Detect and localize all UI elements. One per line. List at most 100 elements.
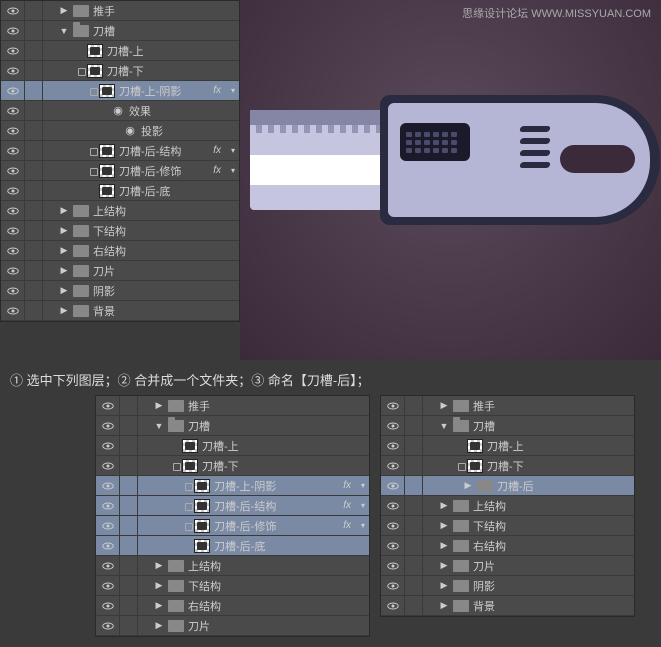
layer-row[interactable]: ◉效果	[1, 101, 239, 121]
layer-label[interactable]: 上结构	[188, 558, 221, 574]
layer-label[interactable]: 刀槽-上-阴影	[119, 83, 181, 99]
layers-panel-before[interactable]: ▶推手▼刀槽刀槽-上刀槽-下刀槽-上-阴影fx▾刀槽-后-结构fx▾刀槽-后-修…	[95, 395, 370, 637]
visibility-eye-icon[interactable]	[1, 21, 25, 40]
expand-arrow-icon[interactable]: ▶	[439, 560, 449, 571]
visibility-eye-icon[interactable]	[381, 456, 405, 475]
layer-label[interactable]: 刀槽-后	[497, 478, 534, 494]
layer-row[interactable]: ▶ 推手	[96, 396, 369, 416]
layer-row[interactable]: ▶ 背景	[1, 301, 239, 321]
fx-badge[interactable]: fx	[213, 85, 221, 96]
fx-chevron-icon[interactable]: ▾	[231, 146, 235, 155]
layer-label[interactable]: 下结构	[188, 578, 221, 594]
expand-arrow-icon[interactable]: ▶	[439, 400, 449, 411]
visibility-eye-icon[interactable]	[96, 416, 120, 435]
layer-row[interactable]: ▶ 上结构	[381, 496, 634, 516]
visibility-eye-icon[interactable]	[381, 416, 405, 435]
visibility-eye-icon[interactable]	[96, 496, 120, 515]
layer-row[interactable]: 刀槽-后-结构fx▾	[96, 496, 369, 516]
expand-arrow-icon[interactable]: ▶	[154, 620, 164, 631]
layer-row[interactable]: 刀槽-后-结构 fx ▾	[1, 141, 239, 161]
layer-row[interactable]: ▶ 阴影	[381, 576, 634, 596]
visibility-eye-icon[interactable]	[381, 556, 405, 575]
expand-arrow-icon[interactable]: ▶	[154, 400, 164, 411]
layer-label[interactable]: 阴影	[93, 283, 115, 299]
fx-badge[interactable]: fx	[213, 145, 221, 156]
expand-arrow-icon[interactable]: ▶	[439, 580, 449, 591]
layer-row[interactable]: ▶右结构	[381, 536, 634, 556]
layer-row[interactable]: 刀槽-后-底	[1, 181, 239, 201]
visibility-eye-icon[interactable]	[1, 281, 25, 300]
visibility-eye-icon[interactable]	[381, 396, 405, 415]
layer-label[interactable]: 投影	[141, 123, 163, 139]
visibility-eye-icon[interactable]	[381, 516, 405, 535]
visibility-eye-icon[interactable]	[96, 516, 120, 535]
visibility-eye-icon[interactable]	[1, 261, 25, 280]
layer-row[interactable]: 刀槽-下	[1, 61, 239, 81]
layer-label[interactable]: 上结构	[93, 203, 126, 219]
expand-arrow-icon[interactable]: ▶	[154, 560, 164, 571]
visibility-eye-icon[interactable]	[96, 536, 120, 555]
layer-row[interactable]: ▼刀槽	[1, 21, 239, 41]
layers-panel-after[interactable]: ▶推手▼刀槽刀槽-上刀槽-下▶刀槽-后▶上结构▶下结构▶右结构▶刀片▶阴影▶背景	[380, 395, 635, 617]
expand-arrow-icon[interactable]: ▼	[154, 421, 164, 431]
layer-label[interactable]: 刀槽-下	[487, 458, 524, 474]
layer-row[interactable]: ▶背景	[381, 596, 634, 616]
visibility-eye-icon[interactable]	[1, 141, 25, 160]
visibility-eye-icon[interactable]	[96, 616, 120, 635]
visibility-eye-icon[interactable]	[1, 241, 25, 260]
layer-label[interactable]: 推手	[93, 3, 115, 19]
visibility-eye-icon[interactable]	[96, 596, 120, 615]
expand-arrow-icon[interactable]: ▶	[439, 520, 449, 531]
visibility-eye-icon[interactable]	[381, 476, 405, 495]
visibility-eye-icon[interactable]	[96, 396, 120, 415]
visibility-eye-icon[interactable]	[1, 221, 25, 240]
visibility-eye-icon[interactable]	[96, 436, 120, 455]
layer-label[interactable]: 推手	[188, 398, 210, 414]
layer-row[interactable]: ▶ 推手	[381, 396, 634, 416]
layer-row[interactable]: 刀槽-上	[381, 436, 634, 456]
layer-row[interactable]: 刀槽-后-底	[96, 536, 369, 556]
expand-arrow-icon[interactable]: ▶	[59, 305, 69, 316]
layer-label[interactable]: 刀槽-后-结构	[214, 498, 276, 514]
visibility-eye-icon[interactable]	[1, 201, 25, 220]
layer-row[interactable]: 刀槽-后-修饰 fx ▾	[1, 161, 239, 181]
layer-row[interactable]: ▶ 上结构	[1, 201, 239, 221]
fx-badge[interactable]: fx	[343, 500, 351, 511]
layer-row[interactable]: 刀槽-后-修饰fx▾	[96, 516, 369, 536]
expand-arrow-icon[interactable]: ▶	[59, 285, 69, 296]
expand-arrow-icon[interactable]: ▶	[439, 500, 449, 511]
visibility-eye-icon[interactable]	[1, 181, 25, 200]
layer-label[interactable]: 推手	[473, 398, 495, 414]
layer-label[interactable]: 阴影	[473, 578, 495, 594]
expand-arrow-icon[interactable]: ▶	[59, 265, 69, 276]
layer-row[interactable]: 刀槽-下	[381, 456, 634, 476]
layer-label[interactable]: 下结构	[93, 223, 126, 239]
fx-badge[interactable]: fx	[213, 165, 221, 176]
layer-row[interactable]: ▶ 阴影	[1, 281, 239, 301]
layer-label[interactable]: 右结构	[93, 243, 126, 259]
expand-arrow-icon[interactable]: ▶	[154, 580, 164, 591]
layer-label[interactable]: 下结构	[473, 518, 506, 534]
layer-label[interactable]: 刀槽-后-修饰	[119, 163, 181, 179]
visibility-eye-icon[interactable]	[381, 496, 405, 515]
visibility-eye-icon[interactable]	[1, 41, 25, 60]
layer-label[interactable]: 刀槽-上	[202, 438, 239, 454]
layer-row[interactable]: ▶刀片	[381, 556, 634, 576]
layer-row[interactable]: 刀槽-上-阴影fx▾	[96, 476, 369, 496]
layer-label[interactable]: 刀槽-后-结构	[119, 143, 181, 159]
layer-row[interactable]: ▼刀槽	[381, 416, 634, 436]
layer-label[interactable]: 刀槽	[93, 23, 115, 39]
visibility-eye-icon[interactable]	[96, 576, 120, 595]
expand-arrow-icon[interactable]: ▶	[59, 5, 69, 16]
layer-row[interactable]: ▶刀片	[96, 616, 369, 636]
layer-label[interactable]: 刀槽-后-底	[119, 183, 170, 199]
layer-label[interactable]: 刀槽	[188, 418, 210, 434]
layer-label[interactable]: 背景	[473, 598, 495, 614]
layer-row[interactable]: 刀槽-上	[96, 436, 369, 456]
expand-arrow-icon[interactable]: ▶	[59, 205, 69, 216]
fx-chevron-icon[interactable]: ▾	[231, 166, 235, 175]
layer-label[interactable]: 上结构	[473, 498, 506, 514]
expand-arrow-icon[interactable]: ▶	[463, 480, 473, 491]
layer-label[interactable]: 背景	[93, 303, 115, 319]
visibility-eye-icon[interactable]	[1, 1, 25, 20]
